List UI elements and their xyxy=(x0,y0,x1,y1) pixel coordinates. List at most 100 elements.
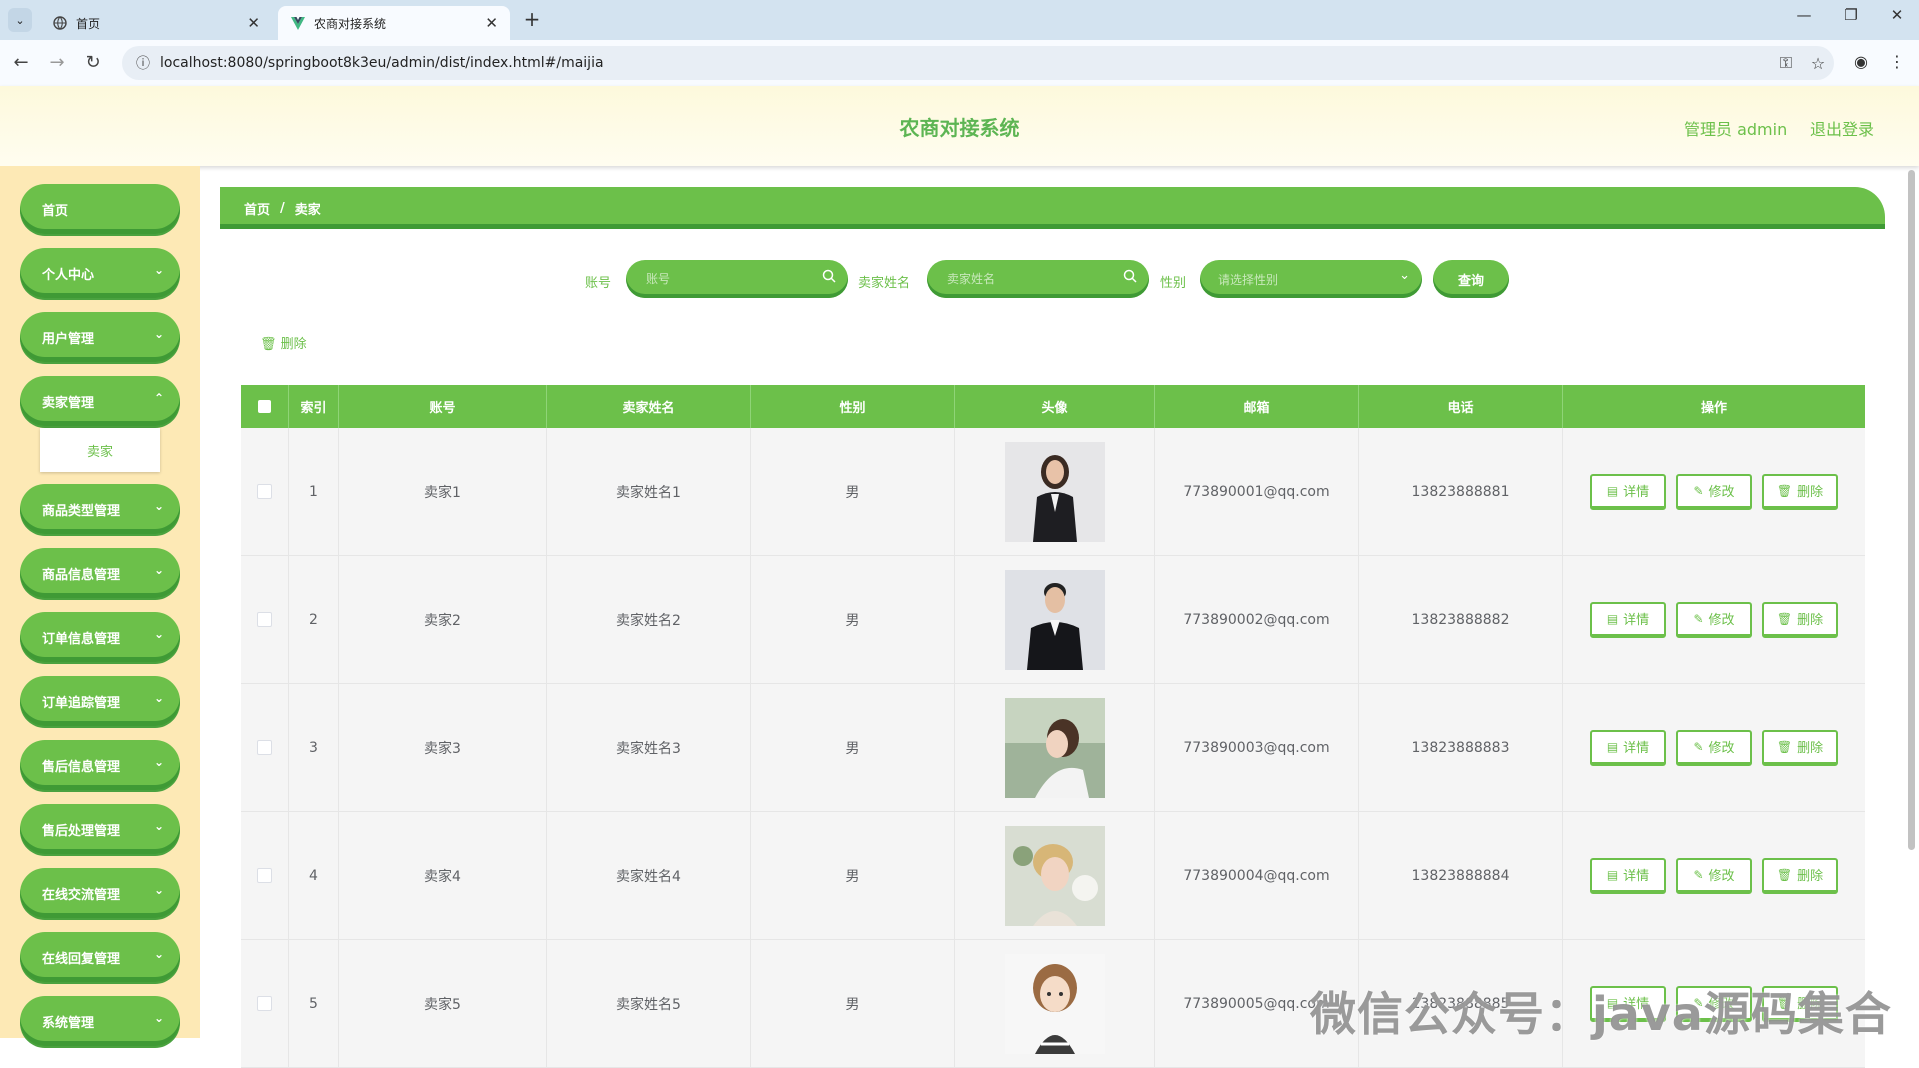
browser-tab-active[interactable]: 农商对接系统 ✕ xyxy=(278,6,510,40)
document-icon: ▤ xyxy=(1606,611,1619,626)
column-header-email: 邮箱 xyxy=(1155,385,1359,428)
logout-link[interactable]: 退出登录 xyxy=(1810,116,1874,140)
sidebar-item-user-management[interactable]: 用户管理 ⌄ xyxy=(20,312,180,362)
sidebar-item-product-info[interactable]: 商品信息管理 ⌄ xyxy=(20,548,180,598)
chevron-down-icon: ⌄ xyxy=(153,819,164,833)
chevron-up-icon: ⌃ xyxy=(153,391,164,405)
cell-index: 3 xyxy=(289,684,339,811)
cell-avatar xyxy=(955,428,1155,555)
edit-label: 修改 xyxy=(1708,869,1735,884)
row-checkbox[interactable] xyxy=(241,556,289,683)
window-close-icon[interactable]: ✕ xyxy=(1877,6,1917,24)
cell-avatar xyxy=(955,556,1155,683)
account-input-wrapper[interactable] xyxy=(626,260,848,298)
tab-search-button[interactable]: ⌄ xyxy=(8,8,32,32)
seller-name-input-wrapper[interactable] xyxy=(927,260,1149,298)
sidebar-item-after-sale-handling[interactable]: 售后处理管理 ⌄ xyxy=(20,804,180,854)
cell-account: 卖家3 xyxy=(339,684,547,811)
pencil-icon: ✎ xyxy=(1693,867,1704,882)
detail-button[interactable]: ▤ 详情 xyxy=(1590,473,1666,510)
edit-button[interactable]: ✎ 修改 xyxy=(1676,601,1752,638)
sidebar-item-system[interactable]: 系统管理 ⌄ xyxy=(20,996,180,1046)
delete-button[interactable]: 🗑 删除 xyxy=(1762,857,1838,894)
edit-button[interactable]: ✎ 修改 xyxy=(1676,473,1752,510)
new-tab-plus-icon[interactable]: + xyxy=(520,8,544,32)
seller-name-input[interactable] xyxy=(945,271,1099,287)
row-checkbox[interactable] xyxy=(241,428,289,555)
address-bar[interactable]: ⓘ localhost:8080/springboot8k3eu/admin/d… xyxy=(122,46,1834,80)
sidebar-subitem-seller[interactable]: 卖家 xyxy=(40,428,160,472)
trash-icon: 🗑 xyxy=(1776,867,1793,882)
select-all-checkbox[interactable] xyxy=(241,385,289,428)
trash-icon: 🗑 xyxy=(1776,611,1793,626)
sidebar-item-label: 在线回复管理 xyxy=(42,951,121,967)
breadcrumb: 首页 / 卖家 xyxy=(220,187,1885,229)
sidebar-item-label: 用户管理 xyxy=(42,331,95,347)
breadcrumb-home[interactable]: 首页 xyxy=(244,199,270,218)
sidebar-item-home[interactable]: 首页 xyxy=(20,184,180,234)
back-arrow-icon[interactable]: ← xyxy=(10,52,32,74)
forward-arrow-icon[interactable]: → xyxy=(46,52,68,74)
sidebar-item-product-type[interactable]: 商品类型管理 ⌄ xyxy=(20,484,180,534)
edit-button[interactable]: ✎ 修改 xyxy=(1676,857,1752,894)
account-input[interactable] xyxy=(644,271,798,287)
search-icon xyxy=(1123,269,1137,287)
avatar-image xyxy=(1004,569,1105,670)
close-icon[interactable]: ✕ xyxy=(247,14,260,32)
sidebar-item-online-reply[interactable]: 在线回复管理 ⌄ xyxy=(20,932,180,982)
gender-label: 性别 xyxy=(1160,276,1187,291)
restore-icon[interactable]: ❐ xyxy=(1831,6,1871,24)
edit-button[interactable]: ✎ 修改 xyxy=(1676,729,1752,766)
chevron-down-icon: ⌄ xyxy=(153,755,164,769)
sidebar-item-after-sale-info[interactable]: 售后信息管理 ⌄ xyxy=(20,740,180,790)
minimize-icon[interactable]: — xyxy=(1784,6,1824,24)
detail-button[interactable]: ▤ 详情 xyxy=(1590,857,1666,894)
column-header-actions: 操作 xyxy=(1700,401,1727,416)
edit-label: 修改 xyxy=(1708,613,1735,628)
cell-phone: 13823888884 xyxy=(1359,812,1563,939)
row-checkbox[interactable] xyxy=(241,940,289,1067)
trash-icon: 🗑 xyxy=(1776,739,1793,754)
cell-account: 卖家1 xyxy=(339,428,547,555)
cell-seller-name: 卖家姓名1 xyxy=(547,428,751,555)
profile-icon[interactable]: ◉ xyxy=(1848,52,1874,71)
sidebar-item-order-tracking[interactable]: 订单追踪管理 ⌄ xyxy=(20,676,180,726)
url-text[interactable]: localhost:8080/springboot8k3eu/admin/dis… xyxy=(160,55,1770,71)
sidebar-item-seller-management[interactable]: 卖家管理 ⌃ xyxy=(20,376,180,426)
delete-button[interactable]: 🗑 删除 xyxy=(1762,601,1838,638)
checkbox-icon xyxy=(257,612,272,627)
trash-icon: 🗑 xyxy=(260,337,277,352)
bulk-delete-button[interactable]: 🗑 删除 xyxy=(260,333,307,352)
app-header: 农商对接系统 管理员 admin 退出登录 xyxy=(0,86,1919,166)
cell-email: 773890001@qq.com xyxy=(1155,428,1359,555)
row-checkbox[interactable] xyxy=(241,812,289,939)
query-button[interactable]: 查询 xyxy=(1433,260,1509,298)
cell-seller-name: 卖家姓名3 xyxy=(547,684,751,811)
account-label: 账号 xyxy=(585,276,612,291)
delete-button[interactable]: 🗑 删除 xyxy=(1762,473,1838,510)
close-icon[interactable]: ✕ xyxy=(485,14,498,32)
row-checkbox[interactable] xyxy=(241,684,289,811)
breadcrumb-current: 卖家 xyxy=(294,202,321,218)
sidebar-item-order-info[interactable]: 订单信息管理 ⌄ xyxy=(20,612,180,662)
more-menu-icon[interactable]: ⋮ xyxy=(1884,52,1910,71)
delete-label: 删除 xyxy=(1797,485,1824,500)
site-info-icon[interactable]: ⓘ xyxy=(126,53,160,73)
seller-table: 索引 账号 卖家姓名 性别 头像 邮箱 电话 操作 1 卖家1 卖家姓名1 男 … xyxy=(241,385,1865,1068)
cell-account: 卖家5 xyxy=(339,940,547,1067)
browser-nav-bar: ← → ↻ ⓘ localhost:8080/springboot8k3eu/a… xyxy=(0,40,1919,86)
gender-select[interactable]: 请选择性别 ⌄ xyxy=(1200,260,1422,298)
browser-tab-home[interactable]: 首页 ✕ xyxy=(40,6,272,40)
sidebar-item-online-chat[interactable]: 在线交流管理 ⌄ xyxy=(20,868,180,918)
reload-icon[interactable]: ↻ xyxy=(82,52,104,74)
password-key-icon[interactable]: ⚿ xyxy=(1770,53,1802,73)
sidebar-item-personal-center[interactable]: 个人中心 ⌄ xyxy=(20,248,180,298)
cell-actions: ▤ 详情 ✎ 修改 🗑 删除 xyxy=(1563,812,1865,939)
delete-button[interactable]: 🗑 删除 xyxy=(1762,729,1838,766)
bookmark-star-icon[interactable]: ☆ xyxy=(1802,54,1834,73)
sidebar-item-label: 系统管理 xyxy=(42,1015,95,1031)
detail-button[interactable]: ▤ 详情 xyxy=(1590,729,1666,766)
detail-button[interactable]: ▤ 详情 xyxy=(1590,601,1666,638)
page-scrollbar[interactable] xyxy=(1908,170,1915,850)
column-header-account: 账号 xyxy=(339,385,547,428)
